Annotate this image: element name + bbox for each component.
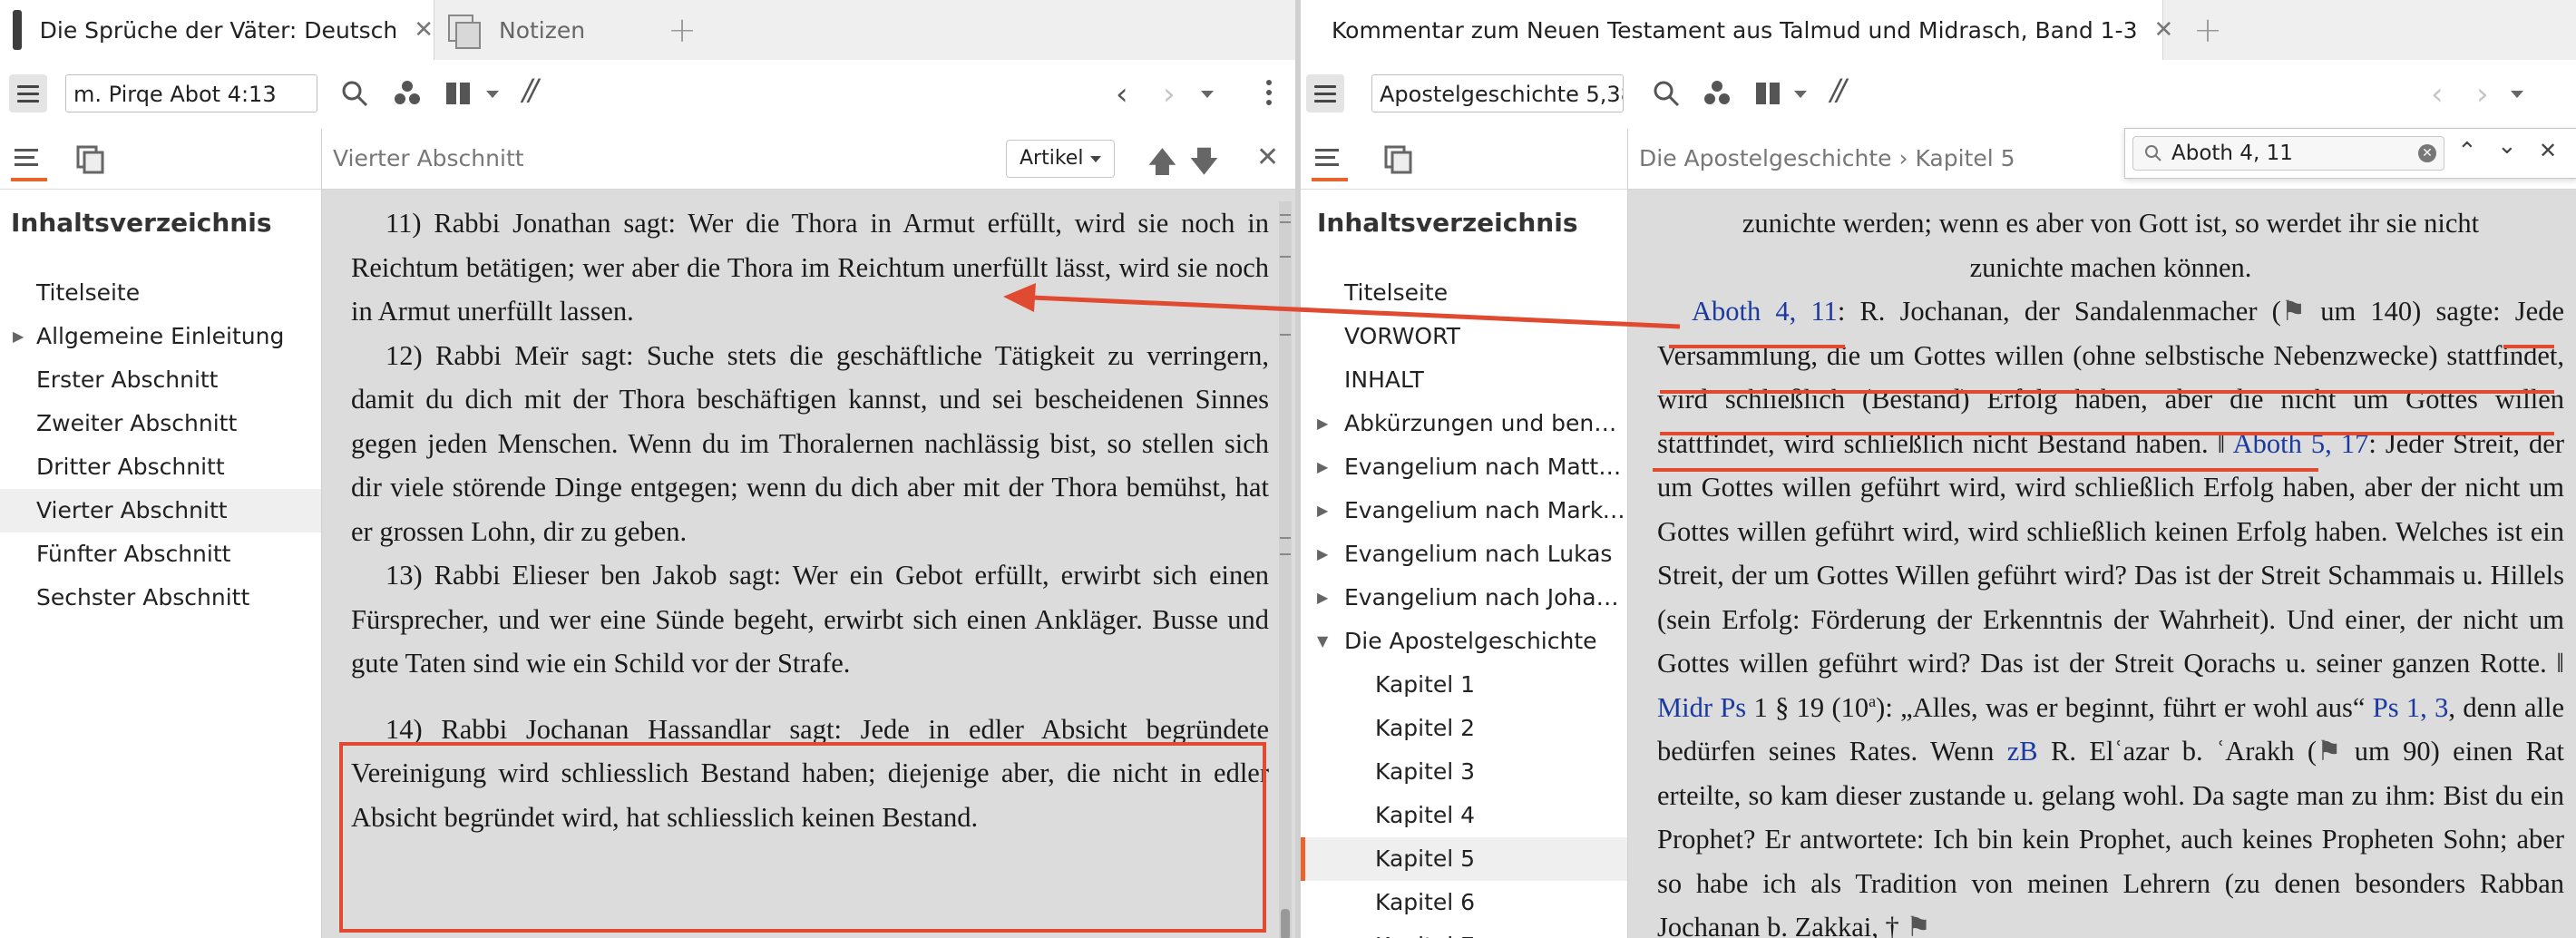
connector-arrow (1003, 283, 1681, 329)
